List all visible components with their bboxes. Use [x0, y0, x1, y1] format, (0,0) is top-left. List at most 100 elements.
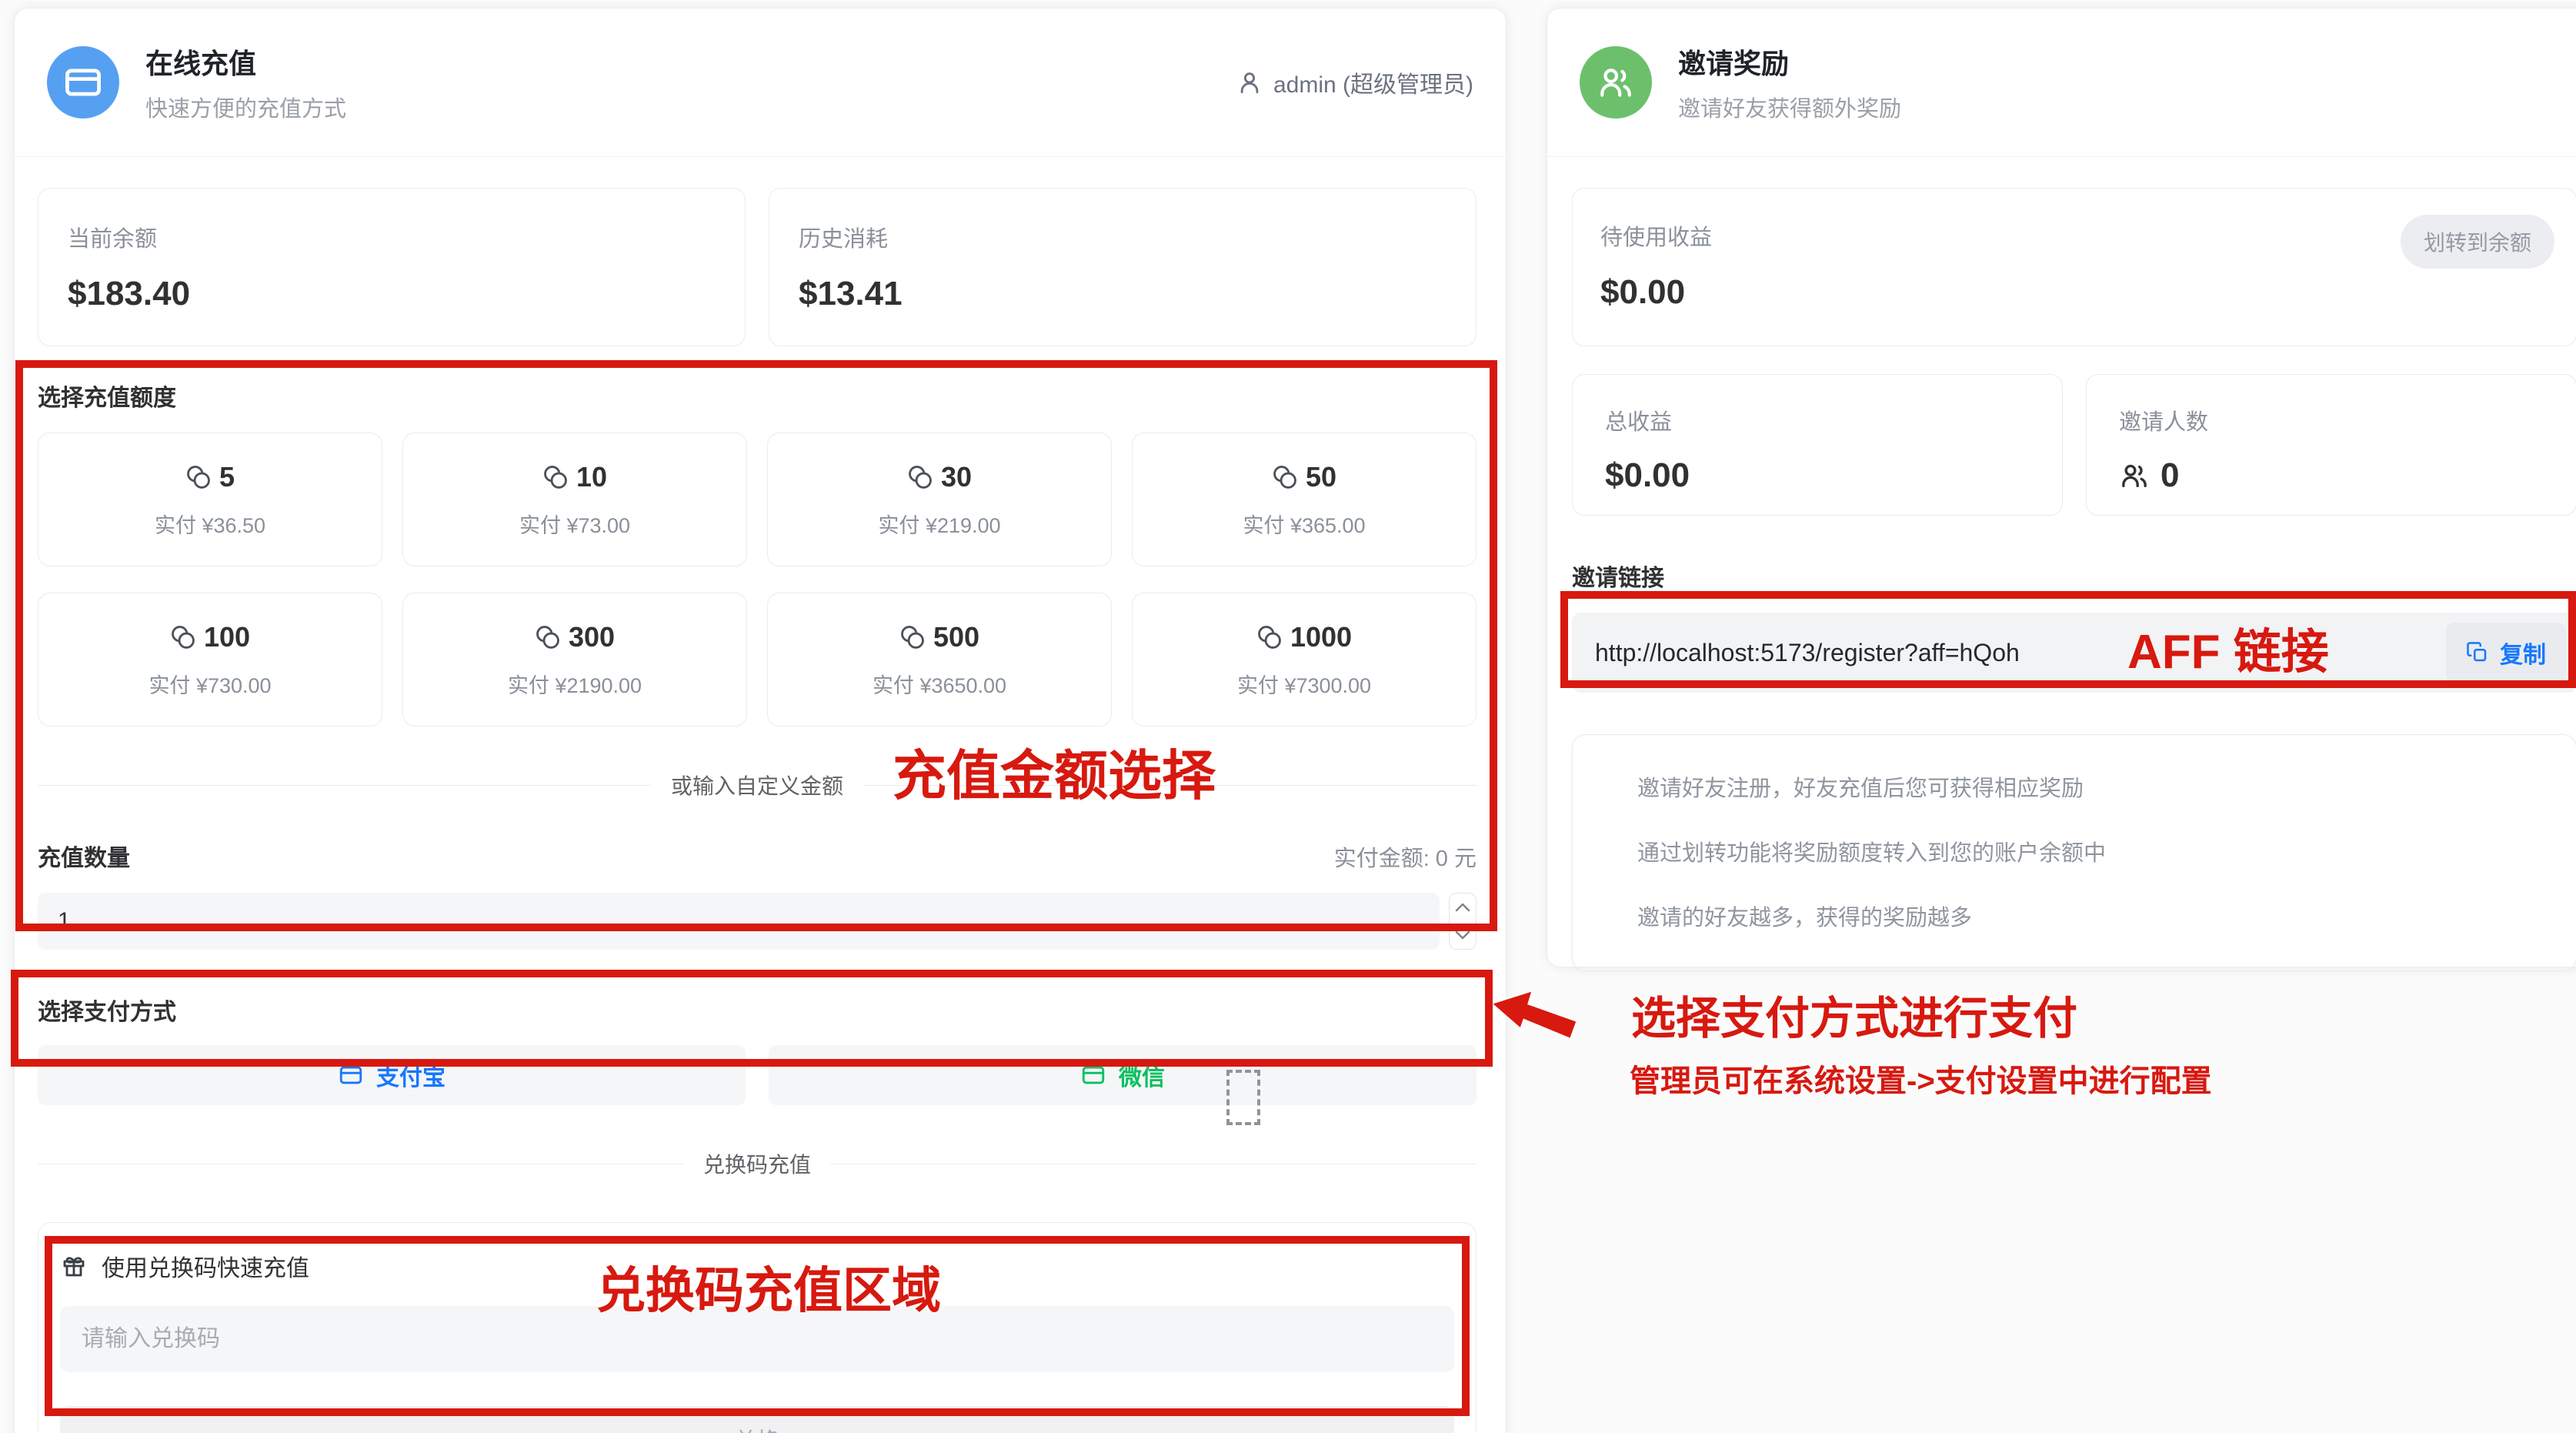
amount-card-5[interactable]: 5 实付 ¥36.50: [38, 433, 382, 566]
invite-header: 邀请奖励 邀请好友获得额外奖励: [1547, 8, 2576, 157]
users-icon: [1580, 46, 1652, 119]
copy-button-label: 复制: [2500, 636, 2546, 670]
amount-credits: 10: [576, 461, 607, 493]
current-balance-value: $183.40: [68, 275, 716, 313]
invite-title-block: 邀请奖励 邀请好友获得额外奖励: [1678, 42, 1901, 123]
credit-card-icon: [47, 46, 119, 119]
invite-tips-card: 邀请好友注册，好友充值后您可获得相应奖励 通过划转功能将奖励额度转入到您的账户余…: [1572, 734, 2576, 971]
amount-card-50[interactable]: 50 实付 ¥365.00: [1132, 433, 1477, 566]
stepper-down-button[interactable]: [1450, 921, 1476, 949]
invite-tip: 邀请的好友越多，获得的奖励越多: [1637, 900, 2545, 932]
annotation-payment-subtitle: 管理员可在系统设置->支付设置中进行配置: [1630, 1056, 2212, 1101]
amount-credits: 1000: [1290, 621, 1352, 653]
dashed-cursor-rect: [1226, 1070, 1260, 1125]
stepper-up-button[interactable]: [1450, 894, 1476, 921]
amount-credits: 100: [204, 621, 250, 653]
amount-pay: 实付 ¥2190.00: [508, 669, 642, 699]
wechat-button[interactable]: 微信: [769, 1045, 1477, 1105]
amount-credits: 30: [941, 461, 972, 493]
copy-icon: [2466, 641, 2489, 664]
invite-count-label: 邀请人数: [2119, 404, 2544, 436]
invite-tip: 通过划转功能将奖励额度转入到您的账户余额中: [1637, 835, 2545, 867]
amount-credits: 300: [569, 621, 615, 653]
amount-pay: 实付 ¥7300.00: [1237, 669, 1371, 699]
page: 在线充值 快速方便的充值方式 admin (超级管理员) 当前余额 $183.4…: [0, 0, 2576, 1433]
recharge-panel: 在线充值 快速方便的充值方式 admin (超级管理员) 当前余额 $183.4…: [14, 8, 1507, 1433]
amount-pay: 实付 ¥219.00: [878, 509, 1000, 539]
coins-icon: [1256, 624, 1283, 650]
quantity-input-row: [38, 893, 1477, 950]
invite-count-value: 0: [2161, 456, 2179, 495]
amount-credits: 5: [219, 461, 235, 493]
copy-link-button[interactable]: 复制: [2446, 623, 2566, 683]
amount-section-label: 选择充值额度: [38, 379, 1477, 413]
total-earnings-label: 总收益: [1605, 404, 2030, 436]
redeem-divider: 兑换码充值: [38, 1148, 1477, 1179]
gift-icon: [60, 1252, 88, 1280]
pay-amount-label: 实付金额: 0 元: [1334, 840, 1477, 873]
user-badge-label: admin (超级管理员): [1273, 65, 1473, 99]
amount-pay: 实付 ¥73.00: [519, 509, 630, 539]
coins-icon: [1272, 464, 1298, 490]
amount-card-500[interactable]: 500 实付 ¥3650.00: [767, 593, 1112, 727]
current-balance-card: 当前余额 $183.40: [38, 188, 746, 346]
redeem-card: 使用兑换码快速充值 兑换: [38, 1222, 1477, 1433]
redeem-code-input[interactable]: [60, 1306, 1454, 1372]
invite-link-label: 邀请链接: [1572, 559, 2576, 593]
balance-row: 当前余额 $183.40 历史消耗 $13.41: [38, 188, 1477, 346]
wechat-label: 微信: [1119, 1058, 1165, 1092]
amount-card-1000[interactable]: 1000 实付 ¥7300.00: [1132, 593, 1477, 727]
user-icon: [1236, 69, 1263, 95]
amount-pay: 实付 ¥3650.00: [873, 669, 1006, 699]
amount-card-10[interactable]: 10 实付 ¥73.00: [402, 433, 747, 566]
amount-card-100[interactable]: 100 实付 ¥730.00: [38, 593, 382, 727]
pending-earnings-card: 待使用收益 划转到余额 $0.00: [1572, 188, 2576, 346]
alipay-label: 支付宝: [376, 1058, 445, 1092]
pending-earnings-value: $0.00: [1600, 273, 2548, 312]
amount-card-300[interactable]: 300 实付 ¥2190.00: [402, 593, 747, 727]
alipay-card-icon: [338, 1062, 364, 1088]
recharge-subtitle: 快速方便的充值方式: [145, 91, 346, 123]
quantity-row: 充值数量 实付金额: 0 元: [38, 839, 1477, 873]
invite-subtitle: 邀请好友获得额外奖励: [1678, 91, 1901, 123]
amount-credits: 500: [933, 621, 979, 653]
coins-icon: [535, 624, 561, 650]
coins-icon: [542, 464, 569, 490]
wechat-card-icon: [1080, 1062, 1106, 1088]
amount-pay: 实付 ¥36.50: [155, 509, 265, 539]
recharge-body: 当前余额 $183.40 历史消耗 $13.41 选择充值额度 5 实付 ¥36…: [15, 188, 1506, 1433]
history-consumed-value: $13.41: [799, 275, 1446, 313]
invite-tip: 邀请好友注册，好友充值后您可获得相应奖励: [1637, 770, 2545, 803]
redeem-divider-label: 兑换码充值: [683, 1148, 831, 1179]
total-earnings-card: 总收益 $0.00: [1572, 374, 2063, 516]
coins-icon: [170, 624, 196, 650]
custom-amount-divider: 或输入自定义金额: [38, 770, 1477, 800]
coins-icon: [185, 464, 212, 490]
payment-section-label: 选择支付方式: [38, 993, 1477, 1027]
payment-methods-row: 支付宝 微信: [38, 1045, 1477, 1105]
custom-amount-divider-label: 或输入自定义金额: [651, 770, 863, 800]
recharge-title-block: 在线充值 快速方便的充值方式: [145, 42, 346, 123]
invite-body: 待使用收益 划转到余额 $0.00 总收益 $0.00 邀请人数: [1547, 188, 2576, 971]
alipay-button[interactable]: 支付宝: [38, 1045, 746, 1105]
users-small-icon: [2119, 460, 2150, 491]
history-consumed-label: 历史消耗: [799, 221, 1446, 253]
invite-link-row: http://localhost:5173/register?aff=hQoh …: [1572, 613, 2576, 693]
recharge-header: 在线充值 快速方便的充值方式 admin (超级管理员): [15, 8, 1506, 157]
total-earnings-value: $0.00: [1605, 456, 2030, 495]
history-consumed-card: 历史消耗 $13.41: [769, 188, 1477, 346]
quantity-label: 充值数量: [38, 839, 130, 873]
redeem-card-title: 使用兑换码快速充值: [102, 1249, 309, 1283]
invite-link-url: http://localhost:5173/register?aff=hQoh: [1595, 639, 2020, 667]
recharge-title: 在线充值: [145, 42, 346, 82]
amount-grid: 5 实付 ¥36.50 10 实付 ¥73.00 30 实付 ¥219.00 5…: [38, 433, 1477, 727]
coins-icon: [899, 624, 926, 650]
quantity-stepper: [1449, 893, 1477, 950]
transfer-to-balance-button[interactable]: 划转到余额: [2401, 215, 2554, 269]
amount-card-30[interactable]: 30 实付 ¥219.00: [767, 433, 1112, 566]
annotation-payment-title: 选择支付方式进行支付: [1631, 982, 2077, 1047]
redeem-button[interactable]: 兑换: [60, 1406, 1454, 1433]
current-balance-label: 当前余额: [68, 221, 716, 253]
quantity-input[interactable]: [38, 893, 1440, 950]
amount-pay: 实付 ¥365.00: [1243, 509, 1365, 539]
